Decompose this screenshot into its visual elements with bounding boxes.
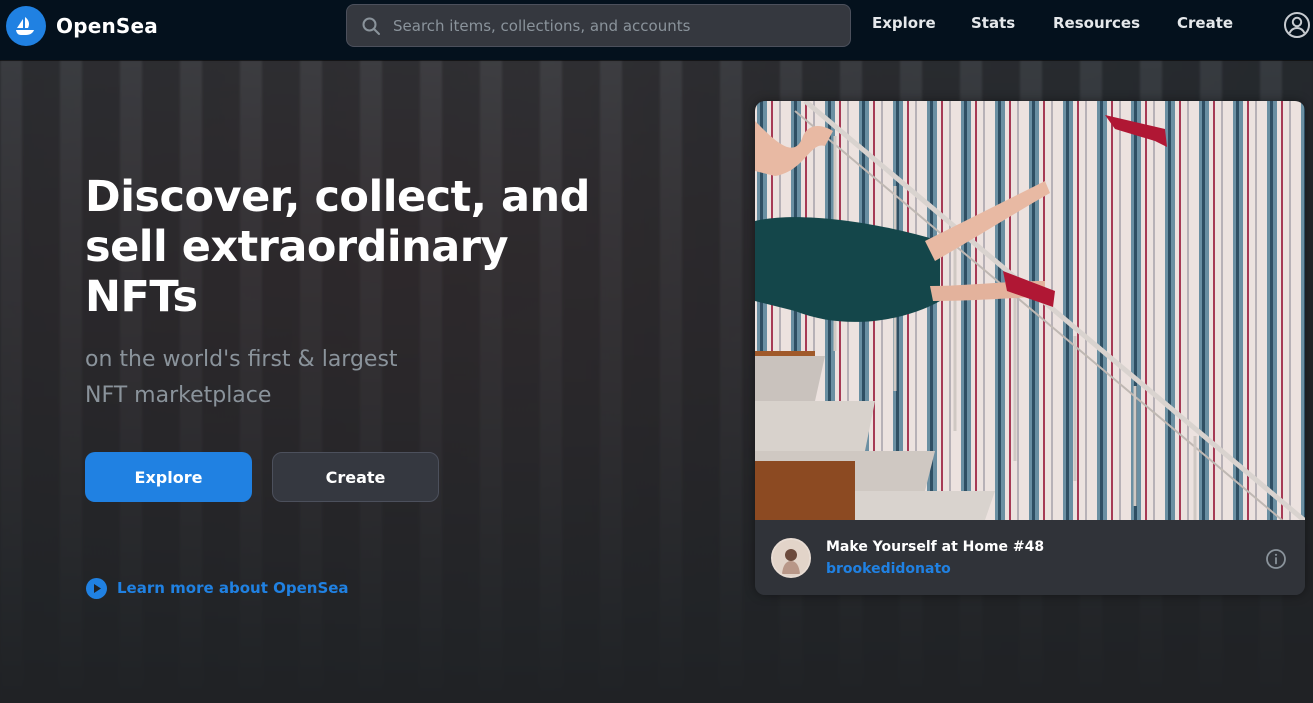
top-navbar: OpenSea Explore Stats Resources Create	[0, 0, 1313, 60]
brand-name: OpenSea	[56, 14, 158, 38]
search-input[interactable]	[393, 16, 838, 35]
search-icon	[362, 17, 380, 35]
info-icon[interactable]	[1265, 548, 1287, 570]
play-circle-icon	[86, 577, 107, 599]
nav-explore[interactable]: Explore	[872, 14, 936, 32]
create-button[interactable]: Create	[272, 452, 439, 502]
opensea-logo-link[interactable]: OpenSea	[6, 6, 158, 46]
creator-avatar[interactable]	[771, 538, 811, 578]
featured-nft-footer: Make Yourself at Home #48 brookedidonato	[755, 520, 1305, 595]
opensea-boat-icon	[6, 6, 46, 46]
featured-nft-image	[755, 101, 1305, 520]
nav-create[interactable]: Create	[1177, 14, 1233, 32]
search-bar[interactable]	[346, 4, 851, 47]
nav-stats[interactable]: Stats	[971, 14, 1015, 32]
nav-resources[interactable]: Resources	[1053, 14, 1140, 32]
hero-title: Discover, collect, and sell extraordinar…	[85, 172, 590, 322]
featured-nft-title[interactable]: Make Yourself at Home #48	[826, 539, 1044, 555]
featured-nft-creator[interactable]: brookedidonato	[826, 561, 951, 577]
explore-button[interactable]: Explore	[85, 452, 252, 502]
featured-nft-card[interactable]: Make Yourself at Home #48 brookedidonato	[755, 101, 1305, 595]
account-circle-icon[interactable]	[1283, 11, 1311, 39]
hero-subtitle: on the world's first & largest NFT marke…	[85, 347, 398, 408]
learn-more-link[interactable]: Learn more about OpenSea	[86, 577, 349, 599]
learn-more-label: Learn more about OpenSea	[117, 579, 349, 597]
